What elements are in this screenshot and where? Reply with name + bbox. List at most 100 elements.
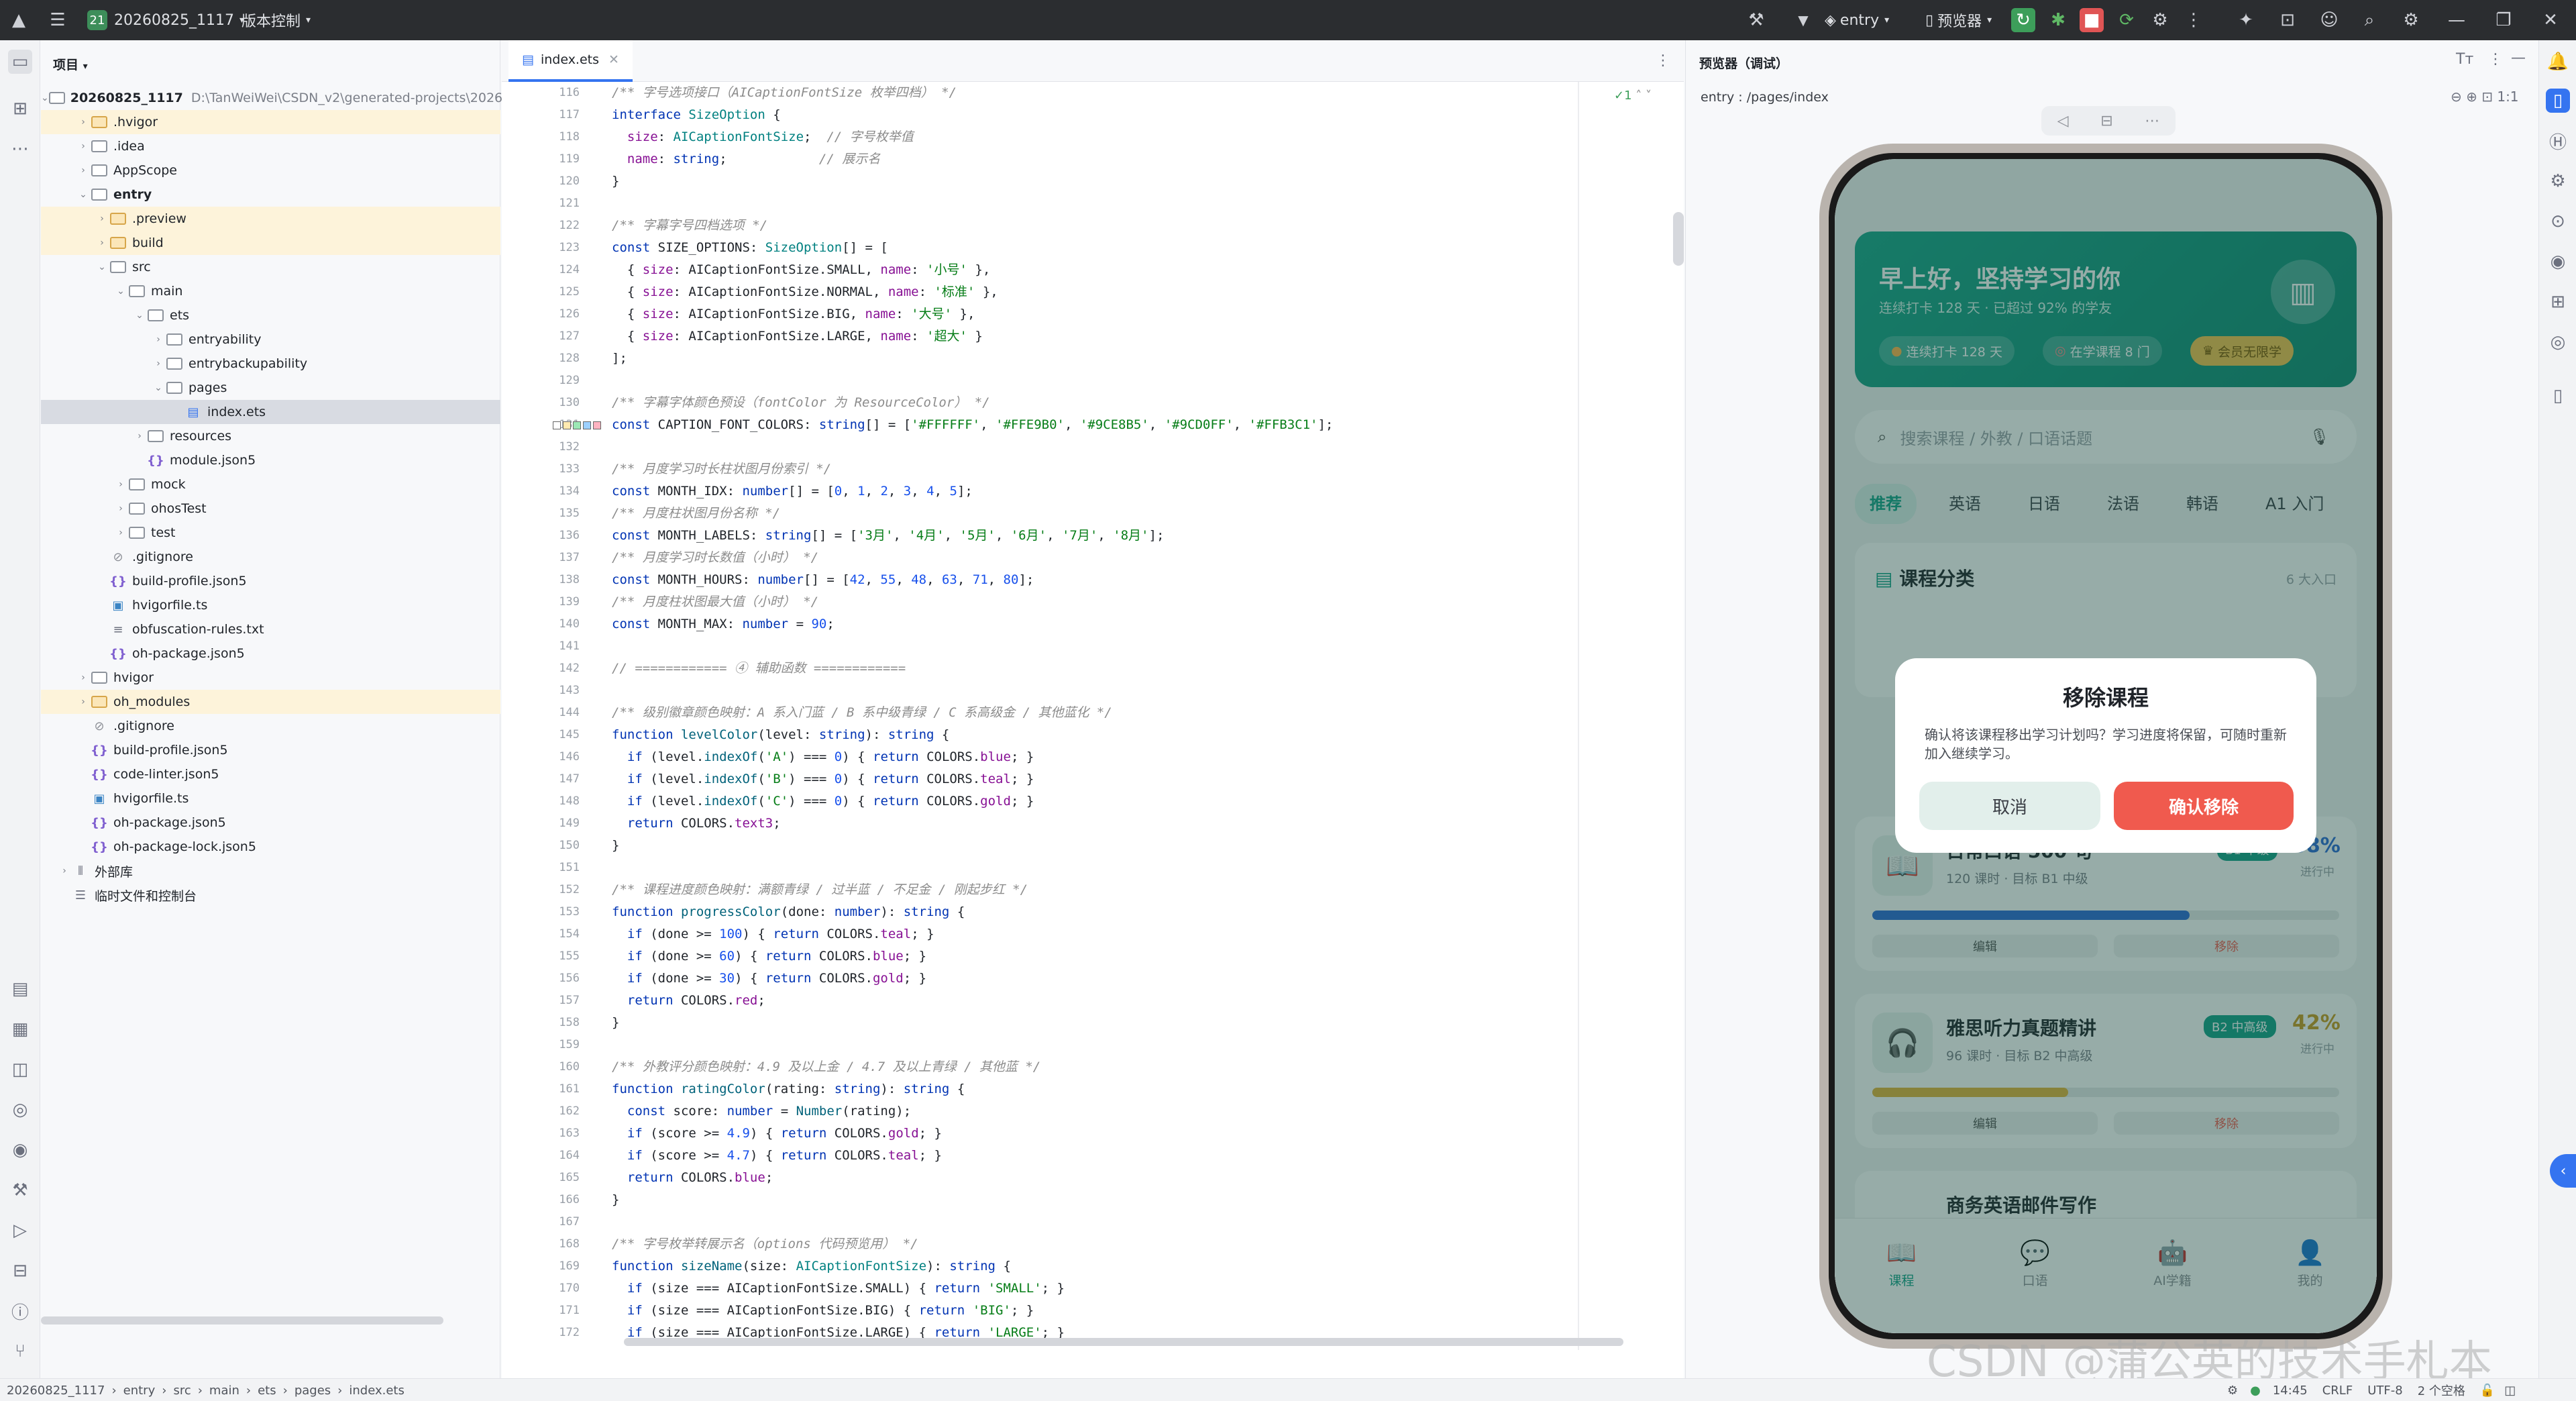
cpu-icon[interactable]: ⚙: [2227, 1384, 2238, 1398]
tree-item[interactable]: {} oh-package-lock.json5: [41, 835, 500, 859]
more-icon[interactable]: ⋯: [2145, 113, 2159, 129]
tab-menu-icon[interactable]: ⋮: [1656, 52, 1670, 69]
stop-icon[interactable]: ■: [2080, 8, 2104, 32]
tree-item[interactable]: › test: [41, 521, 500, 545]
tree-item[interactable]: › build: [41, 231, 500, 255]
horizontal-scrollbar[interactable]: [41, 1316, 443, 1325]
collapse-arrow-icon[interactable]: ‹: [2550, 1154, 2576, 1188]
tree-item[interactable]: › oh_modules: [41, 690, 500, 714]
resource-icon[interactable]: ⊙: [2546, 209, 2570, 234]
breadcrumb-item[interactable]: entry: [123, 1384, 156, 1398]
breadcrumb-item[interactable]: pages: [294, 1384, 331, 1398]
profiler-icon[interactable]: ⚙: [2148, 8, 2172, 32]
tree-item[interactable]: ⌄ src: [41, 255, 500, 279]
breadcrumb-item[interactable]: index.ets: [349, 1384, 404, 1398]
expand-arrow-icon[interactable]: ›: [57, 866, 72, 876]
tree-item[interactable]: › ⫴ 外部库: [41, 859, 500, 883]
terminal-icon[interactable]: ▤: [8, 977, 32, 1001]
cursor-position[interactable]: 14:45: [2273, 1384, 2308, 1398]
expand-arrow-icon[interactable]: ›: [113, 479, 128, 490]
tree-item[interactable]: {} build-profile.json5: [41, 569, 500, 593]
tree-item[interactable]: ⊘ .gitignore: [41, 714, 500, 738]
expand-arrow-icon[interactable]: ›: [76, 696, 91, 707]
indent-setting[interactable]: 2 个空格: [2418, 1382, 2465, 1399]
tree-item[interactable]: ▤ index.ets: [41, 400, 500, 424]
file-encoding[interactable]: UTF-8: [2367, 1384, 2402, 1398]
expand-arrow-icon[interactable]: ⌄: [41, 93, 49, 103]
tree-item[interactable]: › .preview: [41, 207, 500, 231]
tree-item[interactable]: ▣ hvigorfile.ts: [41, 593, 500, 617]
tree-item[interactable]: ☰ 临时文件和控制台: [41, 883, 500, 907]
tree-item[interactable]: ⌄ entry: [41, 183, 500, 207]
inspector-icon[interactable]: ⚙: [2546, 169, 2570, 193]
device-selector[interactable]: ▯ 预览器 ▾: [1925, 0, 1992, 40]
ai-icon[interactable]: Ⓗ: [2546, 129, 2570, 153]
todo-icon[interactable]: ◫: [8, 1057, 32, 1082]
run-tool-icon[interactable]: ▷: [8, 1218, 32, 1243]
expand-arrow-icon[interactable]: ›: [76, 672, 91, 683]
line-ending[interactable]: CRLF: [2322, 1384, 2353, 1398]
tree-item[interactable]: › mock: [41, 472, 500, 497]
cancel-button[interactable]: 取消: [1919, 782, 2100, 830]
tree-item[interactable]: › entrybackupability: [41, 352, 500, 376]
expand-arrow-icon[interactable]: ›: [76, 165, 91, 176]
close-tab-icon[interactable]: ✕: [608, 52, 619, 67]
tree-item[interactable]: › hvigor: [41, 666, 500, 690]
tree-item[interactable]: ⌄ ets: [41, 303, 500, 327]
tree-item[interactable]: › .hvigor: [41, 110, 500, 134]
expand-arrow-icon[interactable]: ›: [151, 334, 166, 345]
breadcrumb-item[interactable]: src: [173, 1384, 191, 1398]
tree-item[interactable]: ⌄ main: [41, 279, 500, 303]
editor-horizontal-scrollbar[interactable]: [624, 1338, 1623, 1346]
rotate-icon[interactable]: ◁: [2057, 113, 2069, 129]
previewer-tool-icon[interactable]: ▯: [2546, 89, 2570, 113]
structure-icon[interactable]: ⊞: [8, 97, 32, 121]
eye-icon[interactable]: ◎: [2546, 330, 2570, 354]
folder-icon[interactable]: ⊡: [2275, 8, 2300, 32]
tree-item[interactable]: › entryability: [41, 327, 500, 352]
expand-arrow-icon[interactable]: ›: [95, 213, 109, 224]
expand-arrow-icon[interactable]: ›: [151, 358, 166, 369]
tree-item[interactable]: {} oh-package.json5: [41, 811, 500, 835]
tree-item[interactable]: ▣ hvigorfile.ts: [41, 786, 500, 811]
more-icon[interactable]: ⋮: [2182, 8, 2206, 32]
console-icon[interactable]: ⊟: [8, 1259, 32, 1283]
tree-item[interactable]: {} code-linter.json5: [41, 762, 500, 786]
main-menu-icon[interactable]: ☰: [46, 8, 70, 32]
tree-item[interactable]: › .idea: [41, 134, 500, 158]
fold-icon[interactable]: ⊟: [2100, 113, 2112, 129]
tree-item[interactable]: ≡ obfuscation-rules.txt: [41, 617, 500, 641]
expand-arrow-icon[interactable]: ⌄: [132, 310, 147, 321]
build-tool-icon[interactable]: ⚒: [8, 1178, 32, 1202]
device-filter-icon[interactable]: ▼: [1791, 8, 1815, 32]
project-view-icon[interactable]: ▭: [8, 50, 32, 74]
device-manager-icon[interactable]: ✦: [2234, 8, 2258, 32]
tree-item[interactable]: › AppScope: [41, 158, 500, 183]
expand-arrow-icon[interactable]: ⌄: [151, 382, 166, 393]
tab-index-ets[interactable]: ▤ index.ets ✕: [508, 40, 633, 82]
tree-item[interactable]: ⊘ .gitignore: [41, 545, 500, 569]
tree-root[interactable]: ⌄ 20260825_1117 D:\TanWeiWei\CSDN_v2\gener…: [41, 86, 519, 110]
expand-arrow-icon[interactable]: ⌄: [113, 286, 128, 297]
expand-arrow-icon[interactable]: ›: [113, 527, 128, 538]
settings-icon[interactable]: ⚙: [2399, 8, 2423, 32]
breadcrumb-item[interactable]: main: [209, 1384, 239, 1398]
more-tools-icon[interactable]: ⋯: [8, 137, 32, 161]
vcs-menu[interactable]: 版本控制 ▾: [241, 0, 311, 40]
project-selector[interactable]: 21 20260825_1117 ▾: [87, 0, 244, 40]
close-icon[interactable]: ✕: [2538, 8, 2563, 32]
tree-item[interactable]: {} module.json5: [41, 448, 500, 472]
minimize-icon[interactable]: —: [2445, 8, 2469, 32]
tree-item[interactable]: › resources: [41, 424, 500, 448]
device-icon[interactable]: ▯: [2546, 384, 2570, 408]
tree-item[interactable]: ⌄ pages: [41, 376, 500, 400]
inspection-indicator[interactable]: ✓1 ˄ ˅: [1614, 89, 1652, 103]
database-icon[interactable]: ◉: [2546, 250, 2570, 274]
expand-arrow-icon[interactable]: ⌄: [76, 189, 91, 200]
account-icon[interactable]: ☺: [2317, 8, 2341, 32]
apply-changes-icon[interactable]: ⟳: [2114, 8, 2139, 32]
profiler-tool-icon[interactable]: ◉: [8, 1138, 32, 1162]
zoom-controls[interactable]: ⊖ ⊕ ⊡ 1:1: [2451, 89, 2519, 105]
hammer-icon[interactable]: ⚒: [1744, 8, 1768, 32]
memory-icon[interactable]: ◫: [2504, 1384, 2516, 1398]
